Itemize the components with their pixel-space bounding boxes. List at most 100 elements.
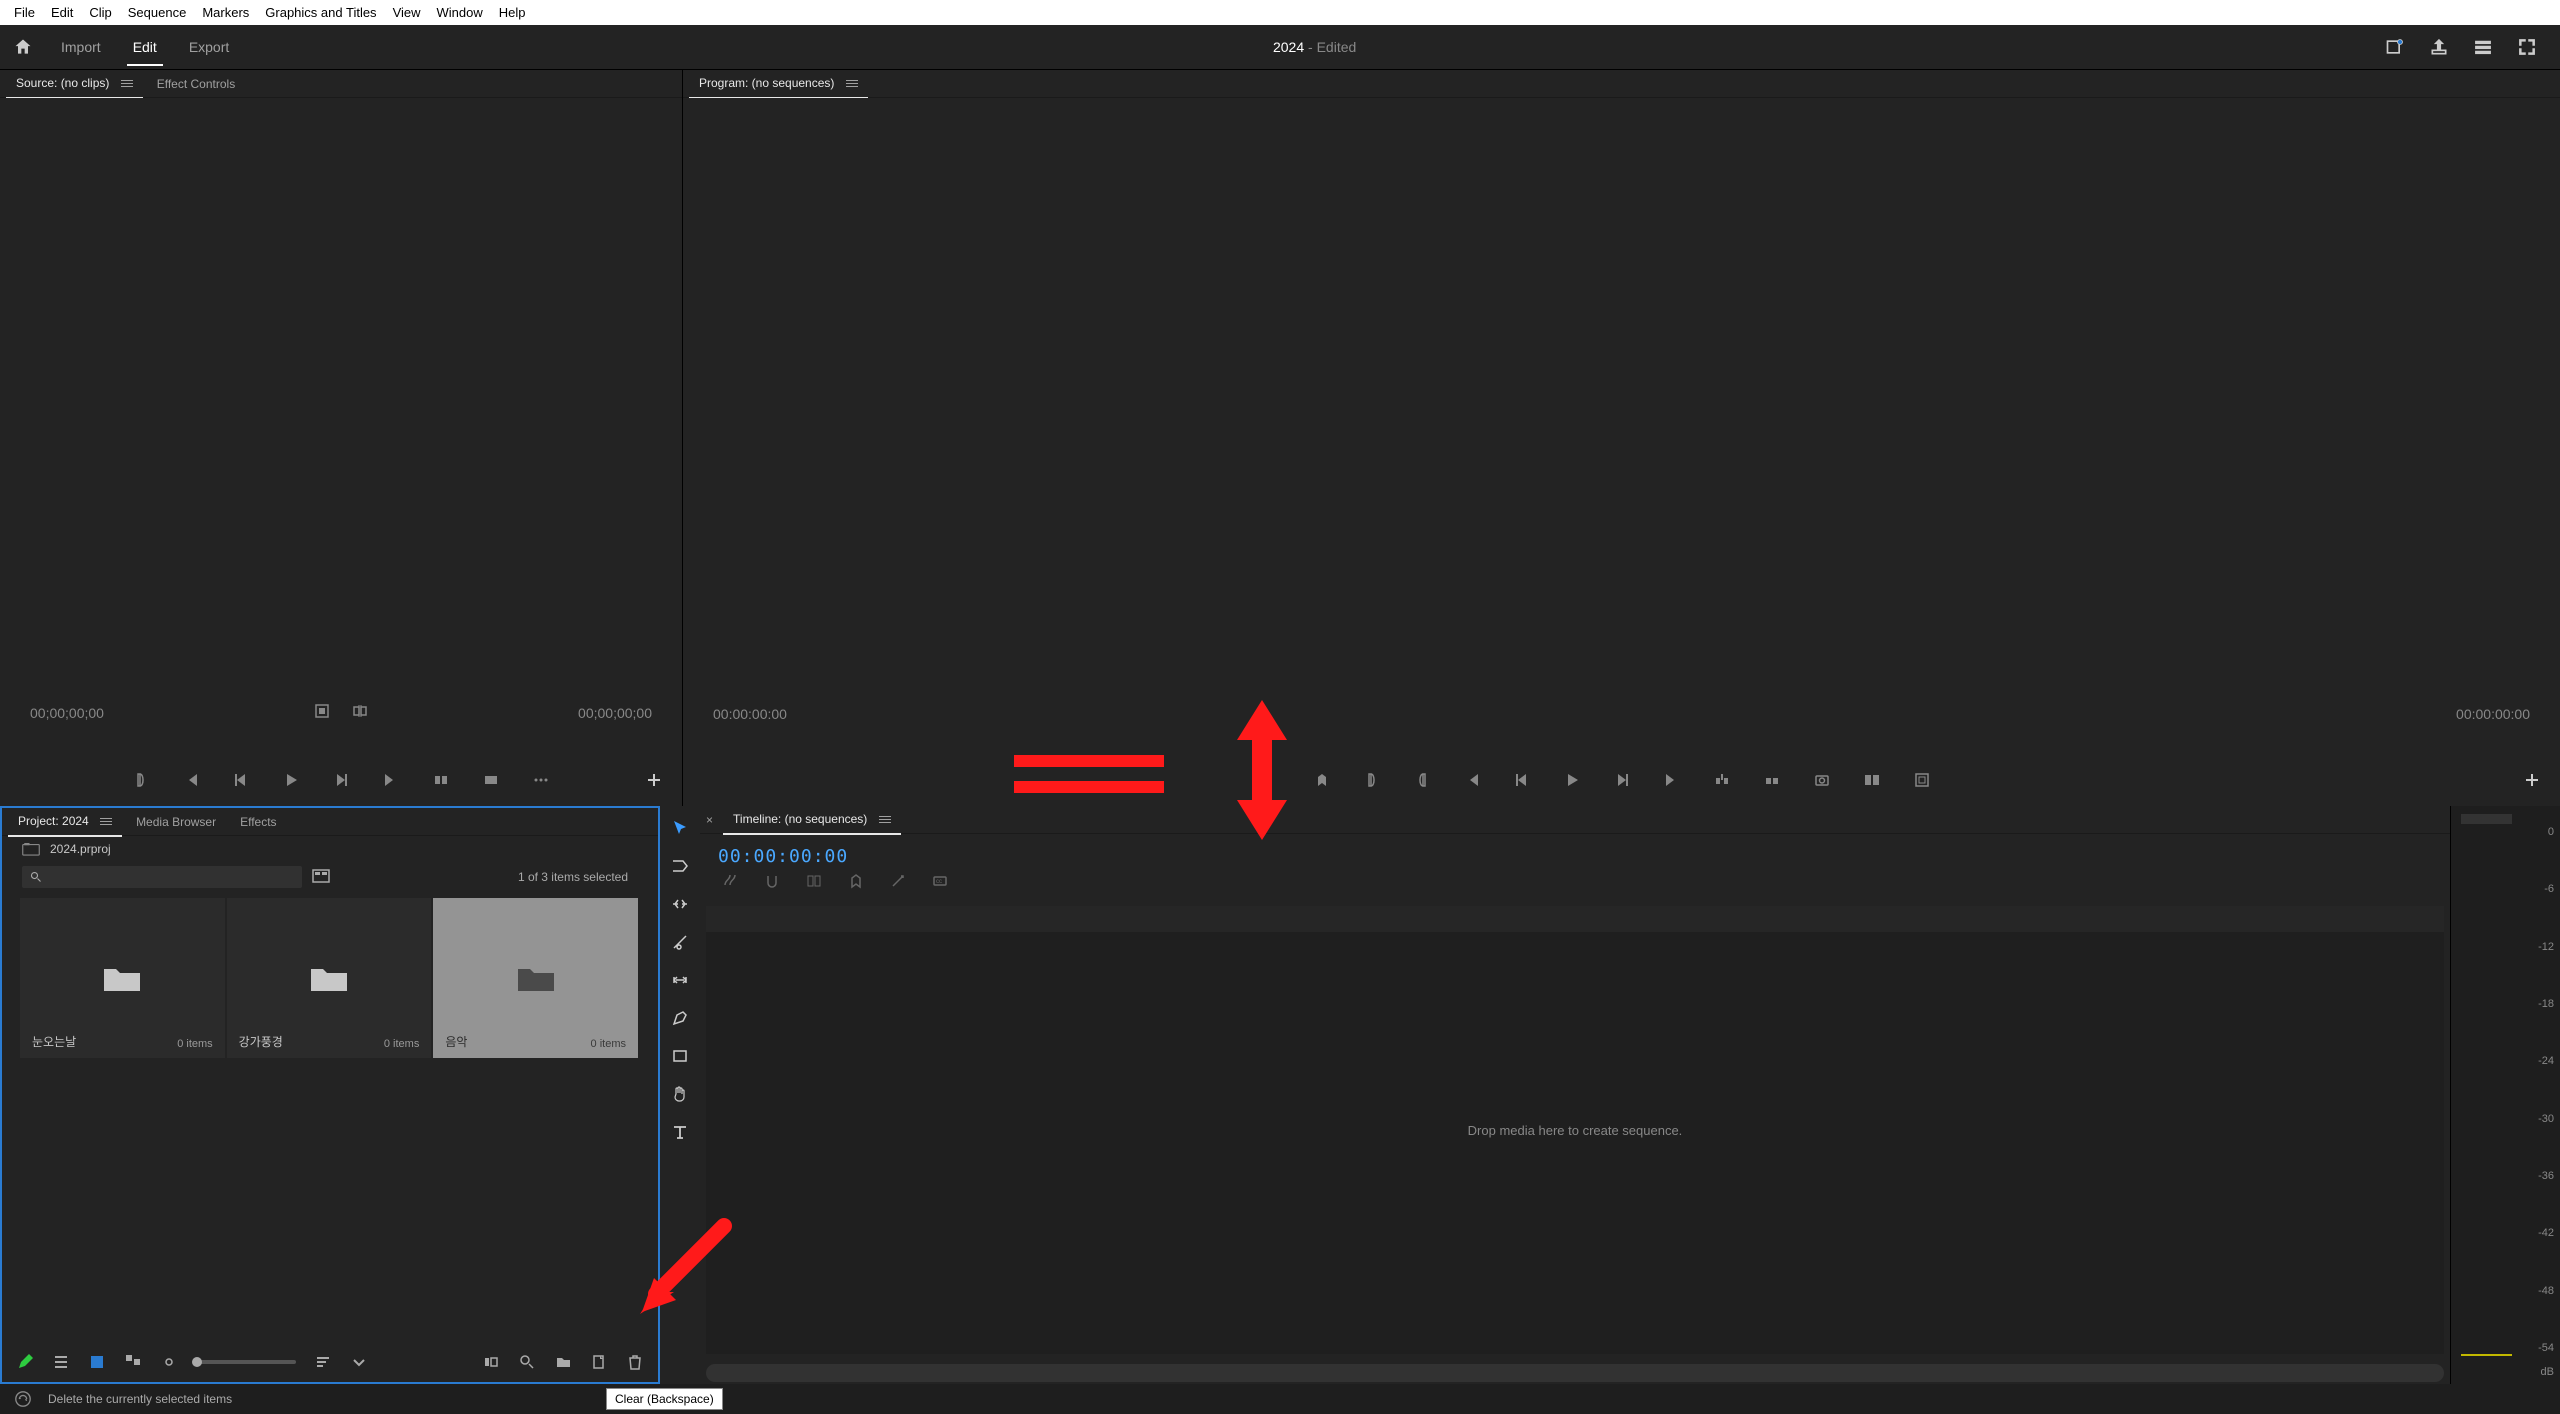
step-back-prog-button[interactable] — [1512, 770, 1532, 790]
ws-tab-import[interactable]: Import — [45, 25, 117, 70]
step-forward-prog-button[interactable] — [1612, 770, 1632, 790]
menu-file[interactable]: File — [6, 3, 43, 22]
caption-toggle[interactable]: cc — [932, 873, 948, 894]
safe-margins-button[interactable] — [1912, 770, 1932, 790]
selection-tool[interactable] — [668, 816, 692, 840]
storyboard-toggle[interactable] — [312, 869, 332, 885]
icon-view-button[interactable] — [88, 1353, 106, 1371]
menu-view[interactable]: View — [385, 3, 429, 22]
mark-in-button[interactable] — [131, 770, 151, 790]
menu-graphics[interactable]: Graphics and Titles — [257, 3, 384, 22]
new-item-button[interactable] — [590, 1353, 608, 1371]
track-select-tool[interactable] — [668, 854, 692, 878]
linked-selection-toggle[interactable] — [806, 873, 822, 894]
timeline-panel-tabs: × Timeline: (no sequences) — [700, 806, 2450, 834]
project-writable-toggle[interactable] — [16, 1353, 34, 1371]
nest-toggle[interactable] — [722, 873, 738, 894]
add-transport-prog-button[interactable] — [2522, 770, 2542, 790]
timeline-body[interactable]: Drop media here to create sequence. — [706, 906, 2444, 1354]
program-panel-menu[interactable] — [846, 77, 858, 91]
insert-button[interactable] — [431, 770, 451, 790]
menu-clip[interactable]: Clip — [81, 3, 119, 22]
timeline-zoom-bar[interactable] — [706, 1364, 2444, 1382]
extract-button[interactable] — [1762, 770, 1782, 790]
more-transport[interactable] — [531, 770, 551, 790]
mark-in-prog-button[interactable] — [1362, 770, 1382, 790]
type-tool[interactable] — [668, 1120, 692, 1144]
marker-toggle[interactable] — [848, 873, 864, 894]
step-back-button[interactable] — [231, 770, 251, 790]
icon-view-icon — [89, 1354, 105, 1370]
overwrite-button[interactable] — [481, 770, 501, 790]
quick-export-button[interactable] — [2384, 36, 2406, 58]
comparison-button[interactable] — [1862, 770, 1882, 790]
lift-button[interactable] — [1712, 770, 1732, 790]
automate-to-sequence-button[interactable] — [482, 1353, 500, 1371]
timeline-close-button[interactable]: × — [706, 813, 719, 827]
add-transport-button[interactable] — [644, 770, 664, 790]
fullscreen-button[interactable] — [2516, 36, 2538, 58]
menu-window[interactable]: Window — [429, 3, 491, 22]
settings-toggle[interactable] — [890, 873, 906, 894]
tab-effect-controls[interactable]: Effect Controls — [147, 73, 245, 95]
trash-icon — [627, 1354, 643, 1370]
freeform-view-button[interactable] — [124, 1353, 142, 1371]
tab-timeline[interactable]: Timeline: (no sequences) — [723, 808, 901, 831]
fullscreen-icon — [2517, 37, 2537, 57]
find-button[interactable] — [518, 1353, 536, 1371]
tab-project[interactable]: Project: 2024 — [8, 810, 122, 833]
timeline-timecode[interactable]: 00:00:00:00 — [718, 846, 2450, 867]
hand-tool[interactable] — [668, 1082, 692, 1106]
rectangle-tool[interactable] — [668, 1044, 692, 1068]
ws-tab-export[interactable]: Export — [173, 25, 245, 70]
slip-tool[interactable] — [668, 968, 692, 992]
tab-media-browser[interactable]: Media Browser — [126, 811, 226, 833]
ripple-edit-tool[interactable] — [668, 892, 692, 916]
home-button[interactable] — [0, 37, 45, 57]
step-forward-button[interactable] — [331, 770, 351, 790]
slip-icon — [671, 971, 689, 989]
zoom-slider[interactable] — [196, 1360, 296, 1364]
sort-button[interactable] — [314, 1353, 332, 1371]
timeline-panel-menu[interactable] — [879, 813, 891, 827]
bin-item-selected[interactable]: 음악 0 items — [433, 898, 638, 1058]
selection-info: 1 of 3 items selected — [518, 870, 628, 884]
go-to-in-button[interactable] — [181, 770, 201, 790]
menu-sequence[interactable]: Sequence — [120, 3, 195, 22]
razor-icon — [671, 933, 689, 951]
snap-toggle[interactable] — [764, 873, 780, 894]
clear-button[interactable] — [626, 1353, 644, 1371]
project-search-input[interactable] — [22, 866, 302, 888]
pen-tool[interactable] — [668, 1006, 692, 1030]
razor-tool[interactable] — [668, 930, 692, 954]
play-prog-button[interactable] — [1562, 770, 1582, 790]
source-panel-menu[interactable] — [121, 77, 133, 91]
export-frame-button[interactable] — [1812, 770, 1832, 790]
sort-direction-button[interactable] — [350, 1353, 368, 1371]
ws-tab-edit[interactable]: Edit — [117, 25, 173, 70]
mark-out-prog-button[interactable] — [1412, 770, 1432, 790]
tab-effects[interactable]: Effects — [230, 811, 286, 833]
bin-item[interactable]: 강가풍경 0 items — [227, 898, 432, 1058]
source-insert-icon[interactable] — [352, 703, 368, 722]
menu-markers[interactable]: Markers — [194, 3, 257, 22]
menu-edit[interactable]: Edit — [43, 3, 81, 22]
play-button[interactable] — [281, 770, 301, 790]
workspaces-button[interactable] — [2472, 36, 2494, 58]
bin-item[interactable]: 눈오는날 0 items — [20, 898, 225, 1058]
source-fit-icon[interactable] — [314, 703, 330, 722]
audio-meter[interactable]: 0 -6 -12 -18 -24 -30 -36 -42 -48 -54 dB — [2450, 806, 2560, 1384]
meter-tick: -12 — [2538, 941, 2554, 953]
tab-source[interactable]: Source: (no clips) — [6, 72, 143, 95]
menu-help[interactable]: Help — [491, 3, 534, 22]
go-to-out-prog-button[interactable] — [1662, 770, 1682, 790]
timeline-ruler[interactable] — [706, 906, 2444, 932]
share-button[interactable] — [2428, 36, 2450, 58]
list-view-button[interactable] — [52, 1353, 70, 1371]
new-bin-button[interactable] — [554, 1353, 572, 1371]
go-to-out-button[interactable] — [381, 770, 401, 790]
go-to-in-prog-button[interactable] — [1462, 770, 1482, 790]
add-marker-button[interactable] — [1312, 770, 1332, 790]
tab-program[interactable]: Program: (no sequences) — [689, 72, 868, 95]
project-panel-menu[interactable] — [100, 815, 112, 829]
